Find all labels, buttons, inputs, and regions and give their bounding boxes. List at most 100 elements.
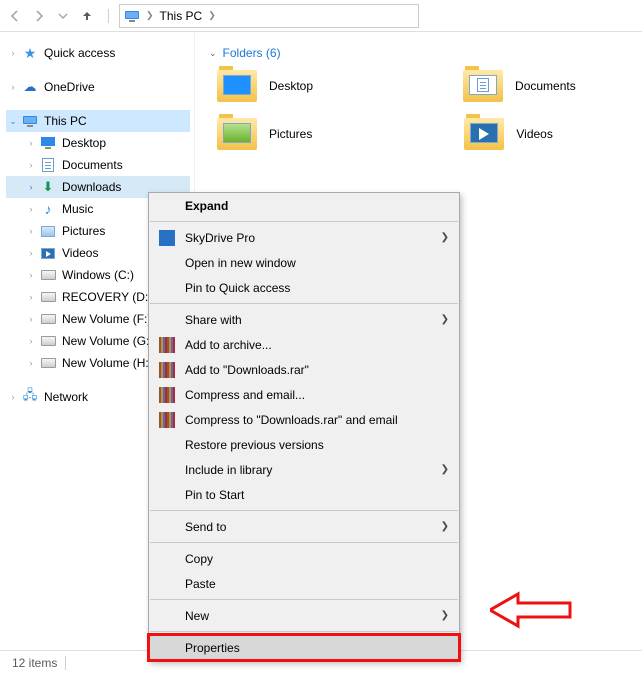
- drive-icon: [40, 311, 56, 327]
- ctx-label: Send to: [185, 520, 226, 534]
- ctx-label: Copy: [185, 552, 213, 566]
- ctx-send-to[interactable]: Send to ❯: [149, 514, 459, 539]
- tree-label: RECOVERY (D:): [60, 290, 152, 304]
- ctx-label: Paste: [185, 577, 216, 591]
- ctx-include-library[interactable]: Include in library ❯: [149, 457, 459, 482]
- section-folders[interactable]: ⌄ Folders (6): [209, 46, 642, 60]
- folder-icon: [463, 70, 503, 102]
- ctx-label: Pin to Quick access: [185, 281, 290, 295]
- ctx-label: Open in new window: [185, 256, 296, 270]
- videos-icon: [40, 245, 56, 261]
- ctx-skydrive-pro[interactable]: SkyDrive Pro❯: [149, 225, 459, 250]
- chevron-right-icon: ❯: [146, 10, 154, 21]
- section-folders-label: Folders (6): [223, 46, 281, 60]
- winrar-icon: [159, 337, 175, 353]
- ctx-label: Pin to Start: [185, 488, 244, 502]
- chevron-right-icon: ❯: [208, 10, 216, 21]
- drive-icon: [40, 333, 56, 349]
- ctx-label: Properties: [185, 641, 240, 655]
- drive-icon: [40, 289, 56, 305]
- ctx-label: Add to archive...: [185, 338, 272, 352]
- back-button[interactable]: [4, 5, 26, 27]
- ctx-pin-quick-access[interactable]: Pin to Quick access: [149, 275, 459, 300]
- ctx-open-new-window[interactable]: Open in new window: [149, 250, 459, 275]
- context-menu: Expand SkyDrive Pro❯ Open in new window …: [148, 192, 460, 661]
- pc-icon: [124, 10, 140, 22]
- tree-desktop[interactable]: ›Desktop: [6, 132, 190, 154]
- ctx-label: Share with: [185, 313, 242, 327]
- folder-icon: [464, 118, 504, 150]
- annotation-arrow: [490, 590, 580, 630]
- submenu-arrow-icon: ❯: [441, 610, 449, 621]
- tree-onedrive[interactable]: ›☁OneDrive: [6, 76, 190, 98]
- tree-label: This PC: [42, 114, 87, 128]
- tree-label: New Volume (G:): [60, 334, 153, 348]
- folder-icon: [217, 118, 257, 150]
- tree-label: Documents: [60, 158, 123, 172]
- folder-label: Desktop: [269, 79, 313, 93]
- nav-toolbar: ❯ This PC ❯: [0, 0, 642, 32]
- ctx-label: New: [185, 609, 209, 623]
- separator: [65, 656, 66, 670]
- tree-label: Videos: [60, 246, 98, 260]
- downloads-icon: ⬇: [40, 179, 56, 195]
- ctx-restore-versions[interactable]: Restore previous versions: [149, 432, 459, 457]
- ctx-new[interactable]: New ❯: [149, 603, 459, 628]
- drive-icon: [40, 267, 56, 283]
- tree-label: Downloads: [60, 180, 121, 194]
- forward-button[interactable]: [28, 5, 50, 27]
- up-button[interactable]: [76, 5, 98, 27]
- ctx-label: Add to "Downloads.rar": [185, 363, 309, 377]
- pc-icon: [22, 113, 38, 129]
- breadcrumb-this-pc[interactable]: This PC: [160, 9, 203, 23]
- ctx-label: Compress and email...: [185, 388, 305, 402]
- ctx-share-with[interactable]: Share with ❯: [149, 307, 459, 332]
- submenu-arrow-icon: ❯: [441, 521, 449, 532]
- winrar-icon: [159, 387, 175, 403]
- cloud-icon: ☁: [22, 79, 38, 95]
- tree-label: Network: [42, 390, 88, 404]
- separator: [108, 9, 109, 23]
- submenu-arrow-icon: ❯: [441, 464, 449, 475]
- ctx-label: SkyDrive Pro: [185, 231, 255, 245]
- folder-desktop[interactable]: Desktop: [217, 70, 313, 102]
- folder-label: Pictures: [269, 127, 312, 141]
- ctx-expand[interactable]: Expand: [149, 193, 459, 218]
- ctx-compress-email[interactable]: Compress and email...: [149, 382, 459, 407]
- network-icon: 🖧: [22, 389, 38, 405]
- ctx-add-archive[interactable]: Add to archive...: [149, 332, 459, 357]
- chevron-down-icon: ⌄: [209, 48, 217, 59]
- tree-documents[interactable]: ›Documents: [6, 154, 190, 176]
- ctx-compress-rar-email[interactable]: Compress to "Downloads.rar" and email: [149, 407, 459, 432]
- documents-icon: [40, 157, 56, 173]
- folder-label: Videos: [516, 127, 552, 141]
- ctx-add-downloads-rar[interactable]: Add to "Downloads.rar": [149, 357, 459, 382]
- drive-icon: [40, 355, 56, 371]
- ctx-label: Restore previous versions: [185, 438, 324, 452]
- folder-videos[interactable]: Videos: [464, 118, 552, 150]
- tree-this-pc[interactable]: ⌄This PC: [6, 110, 190, 132]
- tree-quick-access[interactable]: ›★Quick access: [6, 42, 190, 64]
- ctx-copy[interactable]: Copy: [149, 546, 459, 571]
- ctx-paste[interactable]: Paste: [149, 571, 459, 596]
- tree-label: New Volume (H:): [60, 356, 153, 370]
- status-item-count: 12 items: [12, 656, 57, 670]
- ctx-properties[interactable]: Properties: [149, 635, 459, 660]
- star-icon: ★: [22, 45, 38, 61]
- ctx-label: Expand: [185, 199, 228, 213]
- folder-icon: [217, 70, 257, 102]
- winrar-icon: [159, 362, 175, 378]
- address-bar[interactable]: ❯ This PC ❯: [119, 4, 419, 28]
- tree-label: Pictures: [60, 224, 105, 238]
- submenu-arrow-icon: ❯: [441, 314, 449, 325]
- folder-pictures[interactable]: Pictures: [217, 118, 312, 150]
- tree-label: Desktop: [60, 136, 106, 150]
- winrar-icon: [159, 412, 175, 428]
- recent-dropdown[interactable]: [52, 5, 74, 27]
- tree-label: Music: [60, 202, 93, 216]
- ctx-pin-start[interactable]: Pin to Start: [149, 482, 459, 507]
- tree-label: New Volume (F:): [60, 312, 151, 326]
- folder-documents[interactable]: Documents: [463, 70, 576, 102]
- ctx-label: Include in library: [185, 463, 272, 477]
- pictures-icon: [40, 223, 56, 239]
